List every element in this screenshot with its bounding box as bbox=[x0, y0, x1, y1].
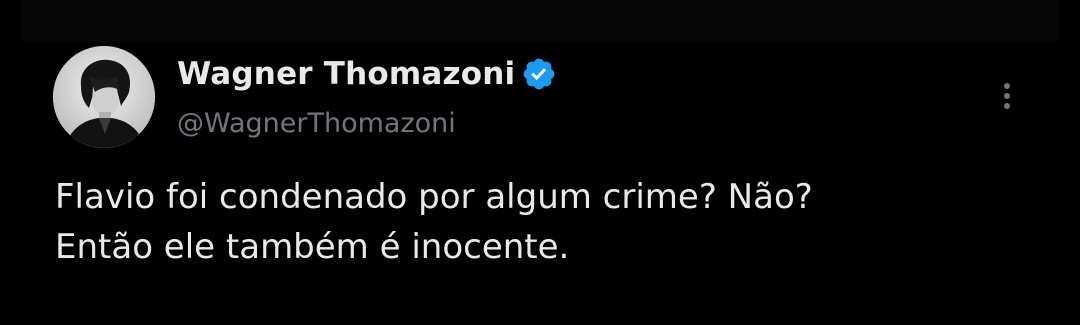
author-handle[interactable]: @WagnerThomazoni bbox=[177, 108, 456, 139]
top-header-strip bbox=[22, 0, 1058, 42]
verified-badge-icon[interactable] bbox=[521, 56, 557, 92]
tweet-text: Flavio foi condenado por algum crime? Nã… bbox=[55, 172, 1055, 272]
more-options-button[interactable] bbox=[990, 78, 1024, 118]
tweet[interactable]: Wagner Thomazoni @WagnerThomazoni Flavio… bbox=[0, 42, 1080, 325]
avatar[interactable] bbox=[53, 46, 155, 148]
avatar-photo bbox=[53, 46, 155, 148]
tweet-text-line: Então ele também é inocente. bbox=[55, 227, 570, 267]
author-name-row[interactable]: Wagner Thomazoni bbox=[177, 52, 557, 96]
more-vertical-icon bbox=[1004, 83, 1010, 109]
author-display-name[interactable]: Wagner Thomazoni bbox=[177, 56, 515, 92]
tweet-text-line: Flavio foi condenado por algum crime? Nã… bbox=[55, 177, 813, 217]
